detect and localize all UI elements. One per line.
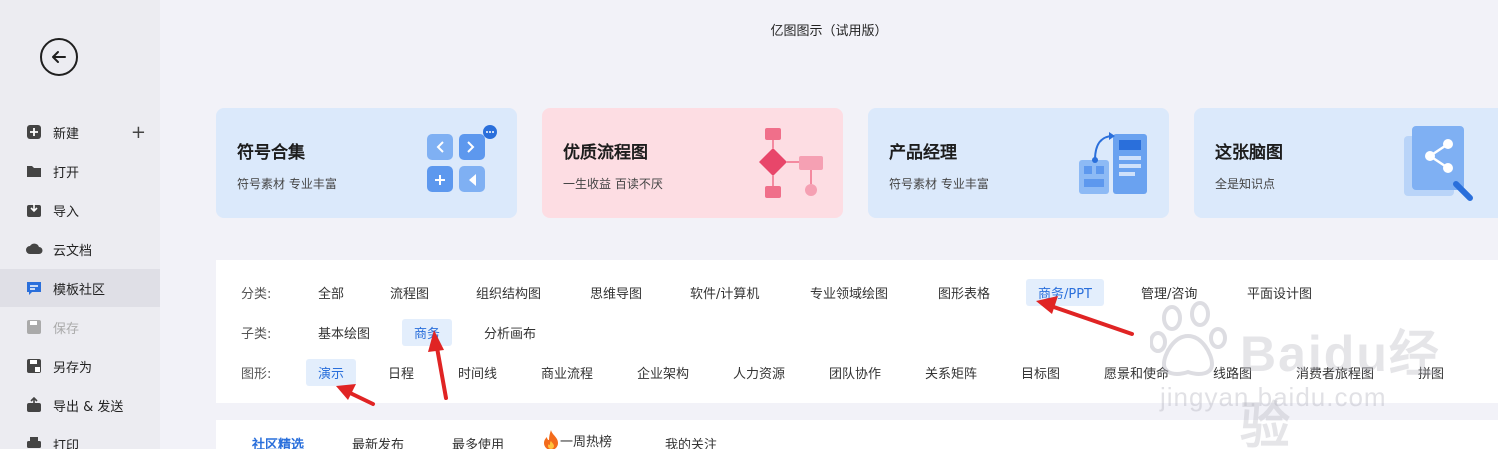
tab-my-follows[interactable]: 我的关注: [665, 434, 717, 449]
sidebar-item-label: 打开: [53, 165, 80, 181]
back-button[interactable]: [40, 38, 78, 76]
sidebar-item-label: 云文档: [53, 243, 93, 259]
category-flowchart[interactable]: 流程图: [378, 279, 441, 306]
mind-map-icon: [1404, 126, 1473, 201]
shape-puzzle[interactable]: 拼图: [1406, 359, 1456, 386]
shape-timeline[interactable]: 时间线: [446, 359, 509, 386]
sidebar-item-print[interactable]: 打印: [0, 425, 160, 449]
plus-square-icon: [25, 123, 43, 141]
product-layout-icon: [1079, 132, 1147, 194]
flowchart-icon: [759, 128, 823, 198]
category-org-chart[interactable]: 组织结构图: [464, 279, 553, 306]
tab-latest[interactable]: 最新发布: [352, 434, 404, 449]
sidebar-item-import[interactable]: 导入: [0, 191, 160, 229]
symbol-grid-icon: [427, 125, 497, 192]
arrow-left-icon: [52, 51, 66, 63]
category-management[interactable]: 管理/咨询: [1129, 279, 1209, 306]
sidebar-item-label: 导入: [53, 204, 80, 220]
shape-human-resources[interactable]: 人力资源: [721, 359, 797, 386]
shape-customer-journey[interactable]: 消费者旅程图: [1284, 359, 1386, 386]
sidebar-item-save-as[interactable]: 另存为: [0, 347, 160, 385]
category-business-ppt[interactable]: 商务/PPT: [1026, 279, 1104, 306]
category-software[interactable]: 软件/计算机: [678, 279, 771, 306]
category-professional[interactable]: 专业领域绘图: [798, 279, 900, 306]
shape-enterprise-architecture[interactable]: 企业架构: [625, 359, 701, 386]
sidebar-item-label: 导出 & 发送: [53, 399, 124, 415]
sidebar: 新建 + 打开 导入 云文档 模板社区 保存 另存为 导出 & 发送 打印: [0, 0, 160, 449]
export-icon: [25, 396, 43, 414]
shape-relation-matrix[interactable]: 关系矩阵: [913, 359, 989, 386]
sidebar-item-export-send[interactable]: 导出 & 发送: [0, 386, 160, 424]
sidebar-item-label: 保存: [53, 321, 80, 337]
subcategory-label: 子类:: [241, 327, 272, 342]
sidebar-item-label: 新建: [53, 126, 80, 142]
sidebar-item-label: 模板社区: [53, 282, 106, 298]
shape-vision-mission[interactable]: 愿景和使命: [1092, 359, 1181, 386]
shape-business-process[interactable]: 商业流程: [529, 359, 605, 386]
shape-label: 图形:: [241, 367, 272, 382]
sidebar-item-new[interactable]: 新建 +: [0, 113, 160, 151]
shape-presentation[interactable]: 演示: [306, 359, 357, 386]
save-as-icon: [25, 357, 43, 375]
sidebar-item-open[interactable]: 打开: [0, 152, 160, 190]
tab-weekly-hot[interactable]: 一周热榜: [542, 429, 612, 449]
sidebar-item-cloud[interactable]: 云文档: [0, 230, 160, 268]
cloud-icon: [25, 240, 43, 258]
save-icon: [25, 318, 43, 336]
subcategory-business[interactable]: 商务: [402, 319, 453, 346]
subcategory-basic-drawing[interactable]: 基本绘图: [306, 319, 382, 346]
shape-roadmap[interactable]: 线路图: [1201, 359, 1264, 386]
category-all[interactable]: 全部: [306, 279, 356, 306]
card-mind-map[interactable]: 这张脑图 全是知识点: [1194, 108, 1498, 218]
tab-community-picks[interactable]: 社区精选: [252, 434, 304, 449]
sidebar-item-label: 打印: [53, 438, 80, 449]
import-icon: [25, 201, 43, 219]
sidebar-item-label: 另存为: [53, 360, 93, 376]
filter-panel: 分类: 全部 流程图 组织结构图 思维导图 软件/计算机 专业领域绘图 图形表格…: [216, 260, 1498, 403]
subcategory-analysis-canvas[interactable]: 分析画布: [472, 319, 548, 346]
card-symbol-collection[interactable]: 符号合集 符号素材 专业丰富: [216, 108, 517, 218]
card-quality-flowchart[interactable]: 优质流程图 一生收益 百读不厌: [542, 108, 843, 218]
category-graphic-table[interactable]: 图形表格: [926, 279, 1002, 306]
shape-goal-chart[interactable]: 目标图: [1009, 359, 1072, 386]
shape-team-collaboration[interactable]: 团队协作: [817, 359, 893, 386]
chat-icon: [25, 279, 43, 297]
fire-icon: [544, 430, 558, 449]
window-title: 亿图图示（试用版）: [770, 24, 888, 39]
tab-most-used[interactable]: 最多使用: [452, 434, 504, 449]
sidebar-item-template-community[interactable]: 模板社区: [0, 269, 160, 307]
tabs-bar: 社区精选 最新发布 最多使用 一周热榜 我的关注: [216, 420, 1498, 449]
print-icon: [25, 435, 43, 449]
plus-icon[interactable]: +: [131, 122, 146, 143]
category-mind-map[interactable]: 思维导图: [578, 279, 654, 306]
sidebar-item-save[interactable]: 保存: [0, 308, 160, 346]
folder-icon: [25, 162, 43, 180]
category-label: 分类:: [241, 287, 272, 302]
category-graphic-design[interactable]: 平面设计图: [1235, 279, 1324, 306]
shape-schedule[interactable]: 日程: [376, 359, 426, 386]
tab-label: 一周热榜: [560, 434, 613, 449]
card-product-manager[interactable]: 产品经理 符号素材 专业丰富: [868, 108, 1169, 218]
